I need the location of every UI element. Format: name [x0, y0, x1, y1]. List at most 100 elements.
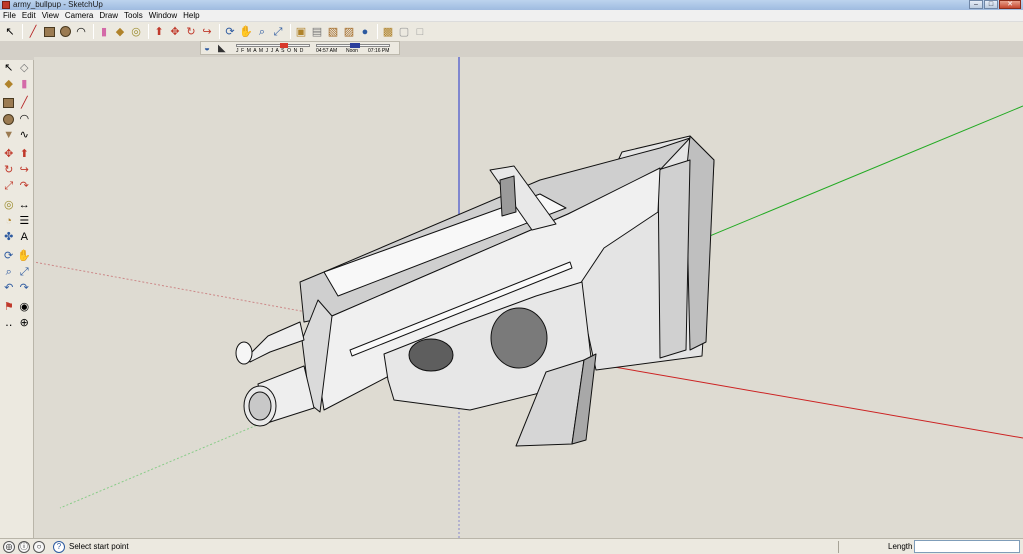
title-bar: army_bullpup - SketchUp – □ ✕ — [0, 0, 1023, 10]
tool-row: ╱ — [0, 95, 33, 111]
credits-icon[interactable]: ⓘ — [18, 540, 30, 553]
circle-tool-icon[interactable] — [2, 112, 16, 126]
pan-tool-icon[interactable]: ✋ — [17, 249, 31, 263]
xray-icon[interactable]: ▢ — [397, 25, 411, 39]
menu-draw[interactable]: Draw — [96, 10, 121, 22]
left-view-icon[interactable]: ▩ — [381, 25, 395, 39]
time-end-label: 07:16 PM — [368, 48, 390, 54]
tool-row: ↶ ↷ — [0, 280, 33, 296]
right-view-icon[interactable]: ▨ — [342, 25, 356, 39]
section-plane-icon[interactable]: ⊕ — [18, 316, 32, 330]
select-icon[interactable]: ↖ — [3, 25, 17, 39]
scale-tool-icon[interactable]: ⤢ — [2, 179, 16, 193]
geo-location-icon[interactable]: ◎ — [3, 540, 15, 553]
line-tool-icon[interactable]: ╱ — [18, 96, 32, 110]
push-pull-tool-icon[interactable]: ⬆ — [18, 147, 32, 161]
tool-row: ↻ ↪ — [0, 162, 33, 178]
circle-icon[interactable] — [58, 25, 72, 39]
rotate-icon[interactable]: ↻ — [184, 25, 198, 39]
next-view-icon[interactable]: ↷ — [18, 281, 32, 295]
position-camera-icon[interactable]: ⚑ — [2, 300, 16, 314]
menu-tools[interactable]: Tools — [121, 10, 146, 22]
display-shadows-icon[interactable]: ◣ — [218, 43, 230, 54]
modeling-viewport[interactable] — [34, 57, 1023, 538]
3d-text-tool-icon[interactable]: A — [18, 230, 32, 244]
sketchup-logo-icon — [2, 1, 10, 9]
freehand-tool-icon[interactable]: ∿ — [18, 128, 32, 142]
user-icon[interactable]: ○ — [33, 540, 45, 553]
arc-tool-icon[interactable]: ◠ — [18, 112, 32, 126]
toolbar-divider — [219, 24, 220, 39]
tool-row: ⤢ ↷ — [0, 178, 33, 194]
zoom-window-tool-icon[interactable]: ⤢ — [18, 265, 32, 279]
stock-butt-face — [657, 159, 691, 359]
menu-help[interactable]: Help — [180, 10, 202, 22]
tool-row: ▼ ∿ — [0, 127, 33, 143]
instructor-help-icon[interactable]: ? — [53, 540, 65, 553]
eraser-tool-icon[interactable]: ▮ — [18, 77, 32, 91]
orbit-icon[interactable]: ⟳ — [223, 25, 237, 39]
offset-tool-icon[interactable]: ↷ — [18, 179, 32, 193]
model-canvas[interactable] — [34, 57, 1023, 538]
close-button[interactable]: ✕ — [999, 0, 1021, 9]
select-tool-icon[interactable]: ↖ — [2, 61, 16, 75]
make-component-icon[interactable]: ◇ — [18, 61, 32, 75]
back-view-icon[interactable]: ● — [358, 25, 372, 39]
menu-view[interactable]: View — [39, 10, 62, 22]
rectangle-tool-icon[interactable] — [2, 96, 16, 110]
polygon-tool-icon[interactable]: ▼ — [2, 128, 16, 142]
paint-bucket-icon[interactable]: ◆ — [113, 25, 127, 39]
move-icon[interactable]: ✥ — [168, 25, 182, 39]
dimension-tool-icon[interactable]: ↔ — [18, 198, 32, 212]
toolbar-divider — [22, 24, 23, 39]
follow-me-icon[interactable]: ↪ — [200, 25, 214, 39]
maximize-button[interactable]: □ — [984, 0, 998, 9]
month-slider[interactable]: J F M A M J J A S O N D — [236, 42, 310, 54]
follow-me-tool-icon[interactable]: ↪ — [18, 163, 32, 177]
measurements-input[interactable] — [914, 540, 1020, 553]
wireframe-icon[interactable]: □ — [413, 25, 427, 39]
tool-row: ‥ ⊕ — [0, 315, 33, 331]
eraser-icon[interactable]: ▮ — [97, 25, 111, 39]
front-sight-notch — [499, 175, 517, 217]
top-view-icon[interactable]: ▤ — [310, 25, 324, 39]
menu-window[interactable]: Window — [146, 10, 180, 22]
main-toolbar: ↖ ╱ ◠ ▮ ◆ ◎ ⬆ ✥ ↻ ↪ ⟳ ✋ ⌕ ⤢ ▣ ▤ ▧ ▨ ● ▩ … — [0, 22, 1023, 41]
bullpup-rifle-model[interactable] — [235, 135, 715, 447]
time-slider[interactable]: 04:57 AM Noon 07:16 PM — [316, 42, 390, 54]
menu-edit[interactable]: Edit — [19, 10, 39, 22]
tool-row: ⚑ ◉ — [0, 299, 33, 315]
tool-row: ⟳ ✋ — [0, 248, 33, 264]
rectangle-icon[interactable] — [42, 25, 56, 39]
menu-camera[interactable]: Camera — [62, 10, 96, 22]
look-around-icon[interactable]: ◉ — [18, 300, 32, 314]
push-pull-icon[interactable]: ⬆ — [152, 25, 166, 39]
orbit-tool-icon[interactable]: ⟳ — [2, 249, 15, 263]
tape-measure-tool-icon[interactable]: ◎ — [2, 198, 16, 212]
zoom-icon[interactable]: ⌕ — [255, 25, 269, 39]
axes-tool-icon[interactable]: ✤ — [2, 230, 16, 244]
previous-view-icon[interactable]: ↶ — [2, 281, 16, 295]
shadow-settings-icon[interactable]: ◒ — [204, 43, 216, 54]
pan-icon[interactable]: ✋ — [239, 25, 253, 39]
zoom-tool-icon[interactable]: ⌕ — [2, 265, 16, 279]
move-tool-icon[interactable]: ✥ — [2, 147, 16, 161]
zoom-extents-icon[interactable]: ⤢ — [271, 25, 285, 39]
trigger-guard-hole — [408, 338, 454, 372]
rotate-tool-icon[interactable]: ↻ — [2, 163, 16, 177]
walk-tool-icon[interactable]: ‥ — [2, 316, 16, 330]
tool-row: ◎ ↔ — [0, 197, 33, 213]
minimize-button[interactable]: – — [969, 0, 983, 9]
muzzle-barrel — [247, 321, 305, 363]
menu-file[interactable]: File — [0, 10, 19, 22]
pencil-line-icon[interactable]: ╱ — [26, 25, 40, 39]
tape-measure-icon[interactable]: ◎ — [129, 25, 143, 39]
text-tool-icon[interactable]: ☰ — [18, 214, 32, 228]
protractor-tool-icon[interactable]: ◔ — [2, 214, 16, 228]
paint-bucket-tool-icon[interactable]: ◆ — [2, 77, 16, 91]
window-controls: – □ ✕ — [969, 0, 1021, 9]
iso-view-icon[interactable]: ▣ — [294, 25, 308, 39]
front-view-icon[interactable]: ▧ — [326, 25, 340, 39]
arc-icon[interactable]: ◠ — [74, 25, 88, 39]
tool-row: ◆ ▮ — [0, 76, 33, 92]
